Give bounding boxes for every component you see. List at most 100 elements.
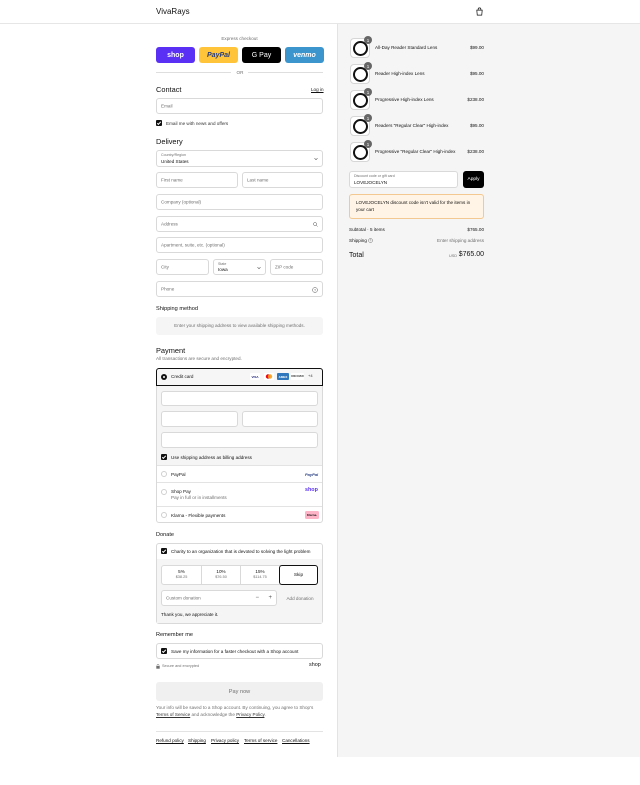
more-cards-badge: +4 (308, 373, 313, 378)
payment-subtitle: All transactions are secure and encrypte… (156, 356, 242, 361)
name-on-card-field[interactable] (161, 432, 318, 448)
country-select[interactable]: Country/Region United States (156, 150, 323, 167)
pay-now-button[interactable]: Pay now (156, 682, 323, 701)
company-field[interactable]: Company (optional) (156, 194, 323, 210)
card-number-field[interactable] (161, 391, 318, 406)
news-checkbox-label: Email me with news and offers (166, 121, 229, 126)
paypal-radio[interactable] (161, 471, 167, 477)
save-info-checkbox[interactable] (161, 648, 167, 654)
apartment-field[interactable]: Apartment, suite, etc. (optional) (156, 237, 323, 253)
expiration-field[interactable] (161, 411, 238, 427)
venmo-button[interactable]: venmo (285, 47, 324, 63)
decrease-button[interactable]: − (255, 595, 259, 601)
terms-link[interactable]: Terms of Service (156, 712, 190, 717)
paypal-logo: PayPal (305, 472, 319, 477)
discount-error-banner: LOVEJOCELYN discount code isn't valid fo… (349, 194, 484, 219)
apply-button[interactable]: Apply (463, 171, 484, 188)
top-bar (0, 0, 640, 24)
divider (156, 72, 231, 73)
discount-code-field[interactable]: Discount code or gift card LOVEJOCELYN (349, 171, 458, 188)
paypal-option-label[interactable]: PayPal (171, 472, 186, 477)
express-checkout-title: Express checkout (221, 36, 258, 41)
login-link[interactable]: Log in (311, 87, 324, 92)
paypal-button[interactable]: PayPal (199, 47, 238, 63)
product-price: $238.00 (467, 149, 484, 154)
chevron-down-icon (257, 266, 261, 270)
news-checkbox[interactable] (156, 120, 162, 126)
klarna-radio[interactable] (161, 512, 167, 518)
refund-policy-link[interactable]: Refund policy (156, 738, 184, 743)
product-thumbnail: 1 (350, 62, 372, 84)
currency-label: USD (449, 254, 458, 258)
billing-checkbox[interactable] (161, 454, 167, 460)
credit-card-radio[interactable] (161, 374, 167, 380)
cancellations-link[interactable]: Cancellations (282, 738, 310, 743)
first-name-field[interactable]: First name (156, 172, 238, 188)
add-donation-button[interactable]: Add donation (282, 596, 318, 601)
divider (157, 506, 322, 507)
shop-pay-button[interactable]: shop (156, 47, 195, 63)
product-price: $95.00 (469, 71, 484, 76)
product-thumbnail: 1 (350, 36, 372, 58)
city-field[interactable]: City (156, 259, 209, 275)
billing-checkbox-label: Use shipping address as billing address (171, 455, 252, 460)
store-logo[interactable]: VivaRays (156, 7, 190, 16)
mastercard-icon (264, 373, 274, 380)
phone-field[interactable]: Phone ? (156, 281, 323, 297)
charity-checkbox[interactable] (161, 548, 167, 554)
state-select[interactable]: State Iowa (213, 259, 266, 275)
shop-logo: shop (309, 662, 321, 668)
zip-field[interactable]: ZIP code (270, 259, 323, 275)
shop-pay-sublabel: Pay in full or in installments (171, 495, 227, 500)
quantity-badge: 1 (364, 140, 372, 148)
search-icon (313, 222, 318, 227)
subtotal-label: Subtotal · 5 items (349, 227, 385, 232)
donation-5-option[interactable]: 5% $38.25 (162, 566, 201, 584)
product-thumbnail: 1 (350, 114, 372, 136)
product-name: Reader High-index Lens (375, 71, 425, 76)
donation-10-option[interactable]: 10% $76.50 (202, 566, 240, 584)
increase-button[interactable]: + (268, 595, 272, 601)
divider (156, 731, 323, 732)
quantity-badge: 1 (364, 62, 372, 70)
or-separator: OR (236, 70, 244, 75)
shop-pay-radio[interactable] (161, 489, 167, 495)
legal-text: Your info will be saved to a Shop accoun… (156, 705, 314, 717)
klarna-logo: Klarna. (305, 511, 319, 519)
lock-icon (156, 664, 160, 669)
product-thumbnail: 1 (350, 140, 372, 162)
product-price: $95.00 (469, 123, 484, 128)
shopping-bag-icon[interactable] (475, 7, 484, 16)
privacy-policy-link[interactable]: Privacy policy (211, 738, 239, 743)
google-pay-button[interactable]: G Pay (242, 47, 281, 63)
klarna-option-label[interactable]: Klarna - Flexible payments (171, 513, 225, 518)
quantity-badge: 1 (364, 88, 372, 96)
terms-of-service-link[interactable]: Terms of service (244, 738, 277, 743)
address-field[interactable]: Address (156, 216, 323, 232)
shipping-method-heading: Shipping method (156, 306, 198, 312)
last-name-field[interactable]: Last name (242, 172, 323, 188)
shipping-policy-link[interactable]: Shipping (188, 738, 206, 743)
product-price: $99.00 (469, 45, 484, 50)
shop-pay-option-label[interactable]: Shop Pay (171, 489, 191, 494)
donate-heading: Donate (156, 532, 175, 538)
svg-text:?: ? (370, 239, 372, 243)
shop-pay-logo: shop (305, 487, 318, 493)
donation-15-option[interactable]: 15% $114.75 (241, 566, 279, 584)
payment-heading: Payment (156, 346, 186, 355)
quantity-badge: 1 (364, 114, 372, 122)
donation-skip-option[interactable]: Skip (279, 565, 318, 585)
privacy-link[interactable]: Privacy Policy (236, 712, 264, 717)
amex-icon: AMEX (277, 373, 289, 380)
security-code-field[interactable] (242, 411, 318, 427)
product-name: All-Day Reader Standard Lens (375, 45, 438, 50)
custom-donation-field[interactable]: Custom donation − + (161, 590, 277, 606)
help-icon[interactable]: ? (368, 238, 373, 243)
shipping-method-placeholder: Enter your shipping address to view avai… (156, 317, 323, 335)
credit-card-label: Credit card (171, 374, 194, 379)
delivery-heading: Delivery (156, 137, 183, 146)
shipping-label: Shipping (349, 238, 367, 243)
help-icon[interactable]: ? (312, 287, 318, 293)
subtotal-value: $765.00 (467, 227, 484, 232)
email-field[interactable]: Email (156, 98, 323, 114)
